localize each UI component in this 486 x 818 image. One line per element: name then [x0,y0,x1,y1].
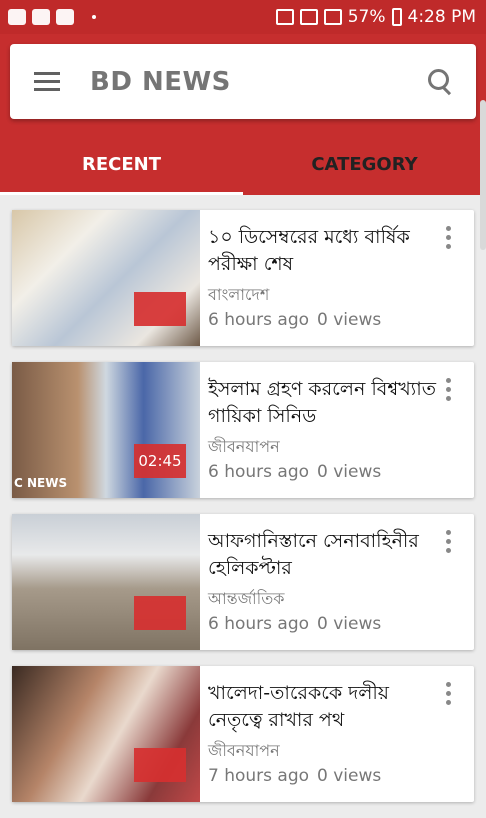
status-bar: 57% 4:28 PM [0,0,486,34]
news-card[interactable]: ১০ ডিসেম্বরের মধ্যে বার্ষিক পরীক্ষা শেষ … [12,210,474,346]
news-thumbnail[interactable] [12,666,200,802]
news-category: আন্তর্জাতিক [208,589,285,608]
news-thumbnail[interactable] [12,210,200,346]
tab-category-label: CATEGORY [311,154,418,175]
star-notification-icon [56,9,74,25]
duration-badge: 02:45 [134,444,186,478]
more-vert-icon[interactable] [446,682,452,708]
scrollbar[interactable] [480,100,486,250]
news-meta: 6 hours ago 0 views [208,462,381,482]
news-title: খালেদা-তারেককে দলীয় নেতৃত্বে রাখার পথ [208,682,390,731]
news-views: 0 views [317,310,382,330]
gallery-notification-icon [8,9,26,25]
battery-percent: 57% [347,7,386,27]
youtube-notification-icon [32,9,50,25]
news-views: 0 views [317,766,382,786]
thumbnail-label: C NEWS [14,476,68,490]
news-meta: 6 hours ago 0 views [208,310,381,330]
news-time: 6 hours ago [208,614,310,634]
news-category: জীবনযাপন [208,741,280,760]
news-category: জীবনযাপন [208,437,280,456]
news-card[interactable]: আফগানিস্তানে সেনাবাহিনীর হেলিকপ্টার আন্ত… [12,514,474,650]
tab-category[interactable]: CATEGORY [243,134,486,195]
app-bar: BD NEWS RECENT CATEGORY [0,34,486,195]
news-category: বাংলাদেশ [208,285,270,304]
more-vert-icon[interactable] [446,226,452,252]
news-title: ১০ ডিসেম্বরের মধ্যে বার্ষিক পরীক্ষা শেষ [208,226,410,275]
news-list: ১০ ডিসেম্বরের মধ্যে বার্ষিক পরীক্ষা শেষ … [12,210,474,818]
tab-recent-label: RECENT [81,154,161,175]
news-time: 6 hours ago [208,310,310,330]
duration-badge [134,748,186,782]
news-card[interactable]: খালেদা-তারেককে দলীয় নেতৃত্বে রাখার পথ জ… [12,666,474,802]
news-views: 0 views [317,614,382,634]
news-time: 6 hours ago [208,462,310,482]
app-title: BD NEWS [90,66,231,97]
data-saver-icon [275,9,294,25]
tab-indicator [0,192,243,195]
news-title: ইসলাম গ্রহণ করলেন বিশ্বখ্যাত গায়িকা সিন… [208,378,436,427]
search-bar[interactable]: BD NEWS [10,44,476,119]
news-title: আফগানিস্তানে সেনাবাহিনীর হেলিকপ্টার [208,530,419,579]
battery-icon [391,8,402,26]
clock: 4:28 PM [407,7,477,27]
news-card[interactable]: C NEWS 02:45 ইসলাম গ্রহণ করলেন বিশ্বখ্যা… [12,362,474,498]
more-vert-icon[interactable] [446,530,452,556]
signal-icon [323,9,342,25]
tab-bar: RECENT CATEGORY [0,134,486,195]
more-vert-icon[interactable] [446,378,452,404]
news-views: 0 views [317,462,382,482]
news-meta: 7 hours ago 0 views [208,766,381,786]
duration-badge [134,292,186,326]
search-icon[interactable] [428,68,454,95]
wifi-icon [299,9,318,25]
duration-badge [134,596,186,630]
tab-recent[interactable]: RECENT [0,134,243,195]
dot-notification-icon [92,15,96,19]
news-thumbnail[interactable]: C NEWS 02:45 [12,362,200,498]
news-time: 7 hours ago [208,766,310,786]
news-meta: 6 hours ago 0 views [208,614,381,634]
menu-icon[interactable] [34,71,60,92]
news-thumbnail[interactable] [12,514,200,650]
